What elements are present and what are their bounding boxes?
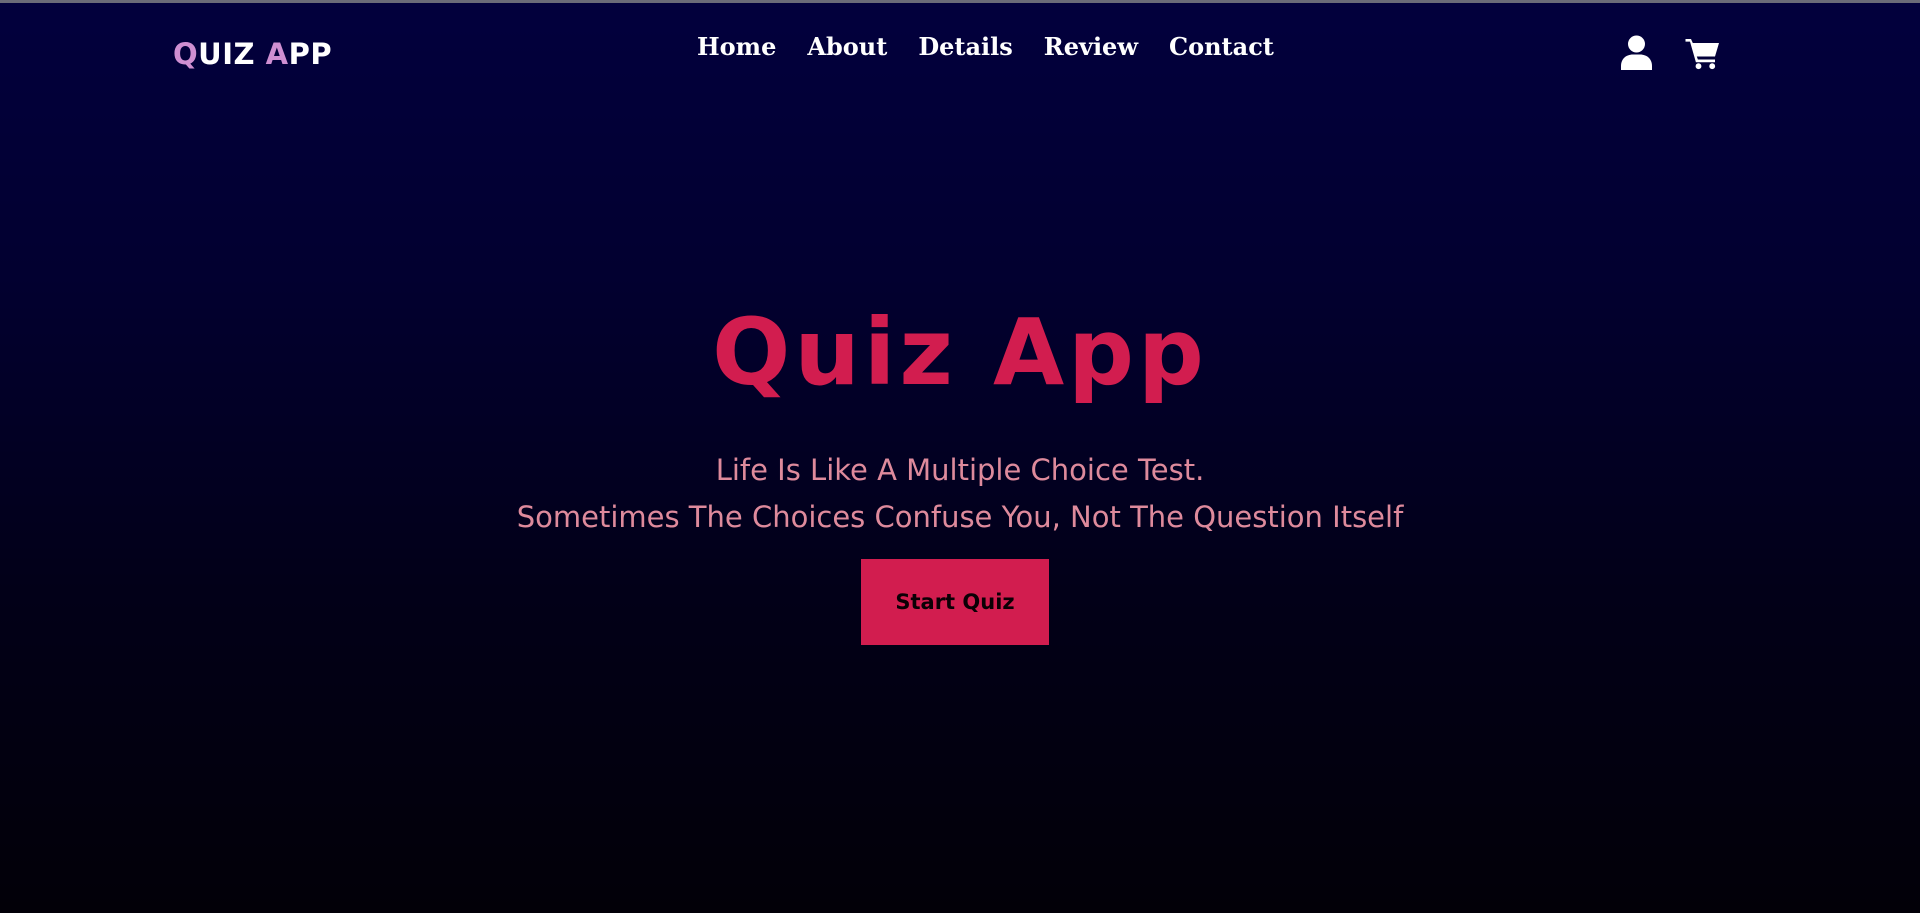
logo-text-uiz: UIZ [198, 37, 266, 71]
hero-tagline-line-2: Sometimes The Choices Confuse You, Not T… [516, 500, 1404, 534]
window-top-border [0, 0, 1920, 3]
nav-link-review[interactable]: Review [1044, 30, 1138, 64]
logo-initial-a: A [265, 37, 289, 71]
nav-link-contact[interactable]: Contact [1169, 30, 1274, 64]
site-logo[interactable]: QUIZ APP [173, 36, 332, 72]
start-quiz-button[interactable]: Start Quiz [861, 559, 1049, 645]
cart-icon[interactable] [1685, 35, 1720, 70]
header-icons [1621, 35, 1720, 70]
hero-tagline-line-1: Life Is Like A Multiple Choice Test. [715, 453, 1205, 487]
logo-text-pp: PP [288, 37, 333, 71]
hero-title: Quiz App [712, 299, 1208, 406]
nav-link-details[interactable]: Details [918, 30, 1012, 64]
nav-link-about[interactable]: About [807, 30, 887, 64]
main-nav: Home About Details Review Contact [697, 30, 1274, 64]
user-icon[interactable] [1621, 35, 1652, 70]
logo-initial-q: Q [173, 37, 199, 71]
nav-link-home[interactable]: Home [697, 30, 776, 64]
